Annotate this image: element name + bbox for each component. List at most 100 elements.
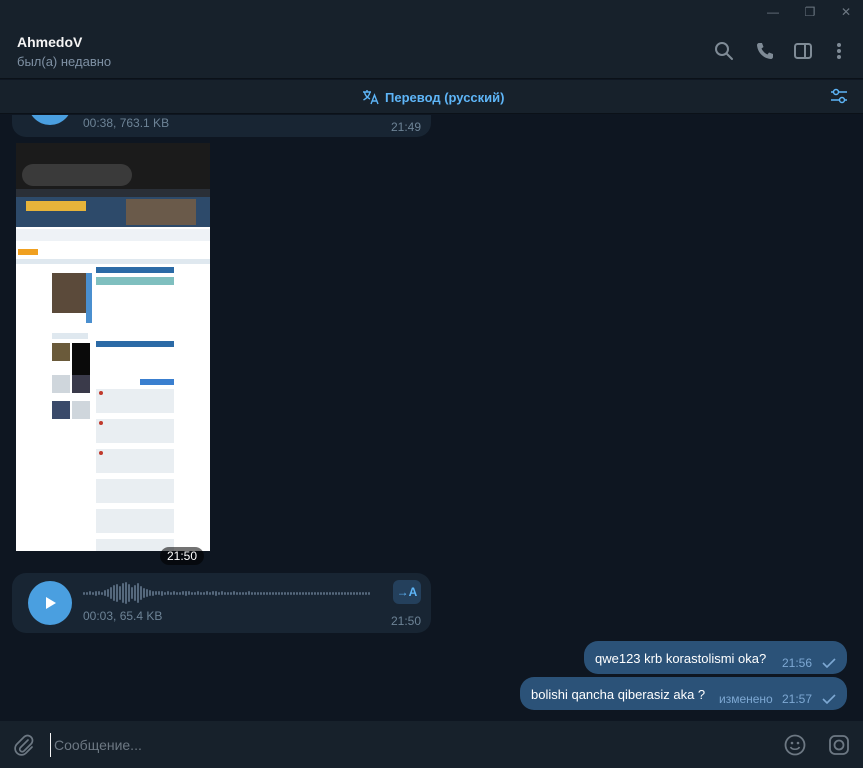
waveform-bar [329,591,331,595]
attach-button[interactable] [12,733,36,757]
waveform-bar [131,587,133,599]
waveform-bar [128,584,130,602]
contact-name[interactable]: AhmedoV [17,34,82,50]
waveform-bar [287,591,289,595]
translate-label: Перевод (русский) [385,89,505,105]
waveform-bar [326,591,328,595]
waveform-bar [203,591,205,595]
waveform-bar [323,591,325,595]
waveform-bar [170,591,172,595]
waveform-bar [191,591,193,595]
more-vertical-icon [837,43,841,59]
waveform-bar [290,591,292,595]
waveform-bar [173,591,175,595]
minimize-icon: — [767,5,779,19]
waveform-bar [254,591,256,595]
waveform-bar [140,586,142,600]
waveform-bar [269,591,271,595]
restore-icon: ❐ [804,5,816,19]
waveform-bar [230,591,232,595]
waveform-bar [299,591,301,595]
waveform-bar [107,589,109,597]
voice-waveform[interactable] [83,581,370,605]
waveform-bar [296,591,298,595]
translate-icon [363,90,379,105]
waveform-bar [152,590,154,596]
waveform-bar [233,591,235,595]
waveform-bar [332,591,334,595]
paperclip-icon [14,734,34,756]
waveform-bar [176,591,178,595]
voice-duration-size: 00:03, 65.4 KB [83,609,163,623]
waveform-bar [224,591,226,595]
translate-settings-button[interactable] [829,87,851,107]
edited-label: изменено [719,692,773,706]
waveform-bar [206,591,208,595]
voice-message[interactable]: →A 00:03, 65.4 KB 21:50 [12,573,431,633]
window-titlebar: — ❐ ✕ [0,0,863,24]
waveform-bar [356,591,358,595]
close-icon: ✕ [840,5,852,19]
waveform-bar [200,591,202,595]
waveform-bar [368,591,370,595]
waveform-bar [110,587,112,599]
message-time: 21:56 [782,656,813,670]
more-button[interactable] [828,40,850,62]
minimize-button[interactable]: — [756,0,790,24]
waveform-bar [362,591,364,595]
waveform-bar [302,591,304,595]
waveform-bar [275,591,277,595]
waveform-bar [284,591,286,595]
waveform-bar [320,591,322,595]
chat-header[interactable]: AhmedoV был(а) недавно [0,24,863,79]
waveform-bar [164,591,166,595]
search-button[interactable] [713,40,735,62]
waveform-bar [317,591,319,595]
voice-message[interactable]: 00:38, 763.1 KB 21:49 [12,115,431,137]
waveform-bar [338,591,340,595]
camera-round-icon [829,735,849,755]
waveform-bar [350,591,352,595]
call-button[interactable] [754,40,776,62]
message-composer [0,721,863,768]
waveform-bar [311,591,313,595]
message-list[interactable]: 00:38, 763.1 KB 21:49 21:50 →A 00:03, 65… [0,115,863,720]
restore-button[interactable]: ❐ [793,0,827,24]
video-message-button[interactable] [827,733,851,757]
waveform-bar [92,591,94,595]
outgoing-message[interactable]: bolishi qancha qiberasiz aka ? изменено … [520,677,847,710]
phone-icon [757,43,773,59]
waveform-bar [188,591,190,595]
waveform-bar [119,586,121,600]
waveform-bar [272,591,274,595]
read-check-icon [822,694,836,704]
waveform-bar [209,591,211,595]
play-button[interactable] [28,581,72,625]
transcribe-button[interactable]: →A [393,580,421,604]
waveform-bar [98,591,100,595]
waveform-bar [149,590,151,596]
waveform-bar [260,591,262,595]
message-input[interactable] [50,733,750,757]
translate-button[interactable]: Перевод (русский) [362,87,504,107]
waveform-bar [137,583,139,603]
screenshot-image [16,143,210,551]
waveform-bar [86,591,88,595]
play-button[interactable] [28,115,72,125]
waveform-bar [314,591,316,595]
waveform-bar [308,591,310,595]
waveform-bar [104,590,106,596]
waveform-bar [161,590,163,596]
waveform-bar [293,591,295,595]
sidebar-toggle-button[interactable] [792,40,814,62]
waveform-bar [359,591,361,595]
photo-message[interactable] [16,143,210,551]
emoji-button[interactable] [783,733,807,757]
waveform-bar [257,591,259,595]
message-text: bolishi qancha qiberasiz aka ? [531,687,706,702]
waveform-bar [365,591,367,595]
waveform-bar [344,591,346,595]
outgoing-message[interactable]: qwe123 krb korastolismi oka? 21:56 [584,641,847,674]
close-button[interactable]: ✕ [829,0,863,24]
waveform-bar [221,591,223,595]
